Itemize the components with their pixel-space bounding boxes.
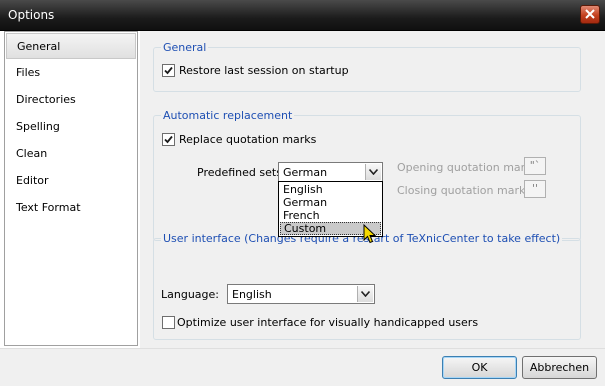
language-value: English [232, 288, 272, 301]
cancel-button[interactable]: Abbrechen [522, 356, 597, 379]
category-list: General Files Directories Spelling Clean… [4, 31, 138, 346]
optimize-ui-checkbox[interactable] [162, 316, 175, 329]
predefined-sets-label: Predefined sets: [197, 166, 286, 179]
dialog-footer: OK Abbrechen [0, 348, 605, 386]
closing-quotes-input[interactable]: '' [524, 180, 546, 198]
sidebar-item-label: Directories [16, 93, 76, 106]
window-title: Options [8, 8, 55, 22]
options-dialog: Options General Files Directories Spelli… [0, 0, 605, 386]
ok-button[interactable]: OK [442, 356, 517, 379]
closing-quotes-label: Closing quotation marks: [397, 184, 535, 197]
close-icon [585, 9, 595, 19]
sidebar-item-general[interactable]: General [6, 33, 136, 59]
restore-session-label[interactable]: Restore last session on startup [179, 64, 349, 77]
sidebar-item-editor[interactable]: Editor [6, 168, 136, 194]
replace-quotes-checkbox[interactable] [162, 133, 175, 146]
dialog-body: General Files Directories Spelling Clean… [0, 31, 605, 386]
sidebar-item-text-format[interactable]: Text Format [6, 195, 136, 221]
chevron-down-icon [369, 169, 378, 175]
predefined-sets-select[interactable]: German [278, 162, 383, 182]
dropdown-option-english[interactable]: English [280, 183, 381, 196]
opening-quotes-input[interactable]: "` [524, 157, 546, 175]
language-select[interactable]: English [227, 284, 375, 304]
checkmark-icon [164, 135, 173, 144]
sidebar-item-label: Files [16, 66, 41, 79]
dropdown-arrow-button[interactable] [357, 286, 373, 302]
dropdown-option-german[interactable]: German [280, 196, 381, 209]
replacement-group-title: Automatic replacement [161, 109, 295, 122]
restore-session-checkbox[interactable] [162, 64, 175, 77]
sidebar-item-label: Clean [16, 147, 48, 160]
dropdown-arrow-button[interactable] [365, 164, 381, 180]
chevron-down-icon [361, 291, 370, 297]
optimize-ui-label[interactable]: Optimize user interface for visually han… [177, 316, 478, 329]
general-group-title: General [161, 41, 209, 54]
sidebar-item-label: Editor [16, 174, 49, 187]
sidebar-item-files[interactable]: Files [6, 60, 136, 86]
predefined-sets-value: German [283, 166, 328, 179]
sidebar-item-directories[interactable]: Directories [6, 87, 136, 113]
opening-quotes-label: Opening quotation marks: [397, 161, 541, 174]
close-button[interactable] [580, 5, 600, 24]
checkmark-icon [164, 66, 173, 75]
language-label: Language: [161, 288, 219, 301]
sidebar-item-spelling[interactable]: Spelling [6, 114, 136, 140]
sidebar-item-clean[interactable]: Clean [6, 141, 136, 167]
dropdown-option-french[interactable]: French [280, 209, 381, 222]
sidebar-item-label: Text Format [16, 201, 81, 214]
title-bar[interactable]: Options [0, 0, 605, 31]
sidebar-item-label: Spelling [16, 120, 60, 133]
sidebar-item-label: General [17, 40, 61, 53]
replace-quotes-label[interactable]: Replace quotation marks [179, 133, 316, 146]
mouse-pointer-icon [363, 224, 377, 244]
